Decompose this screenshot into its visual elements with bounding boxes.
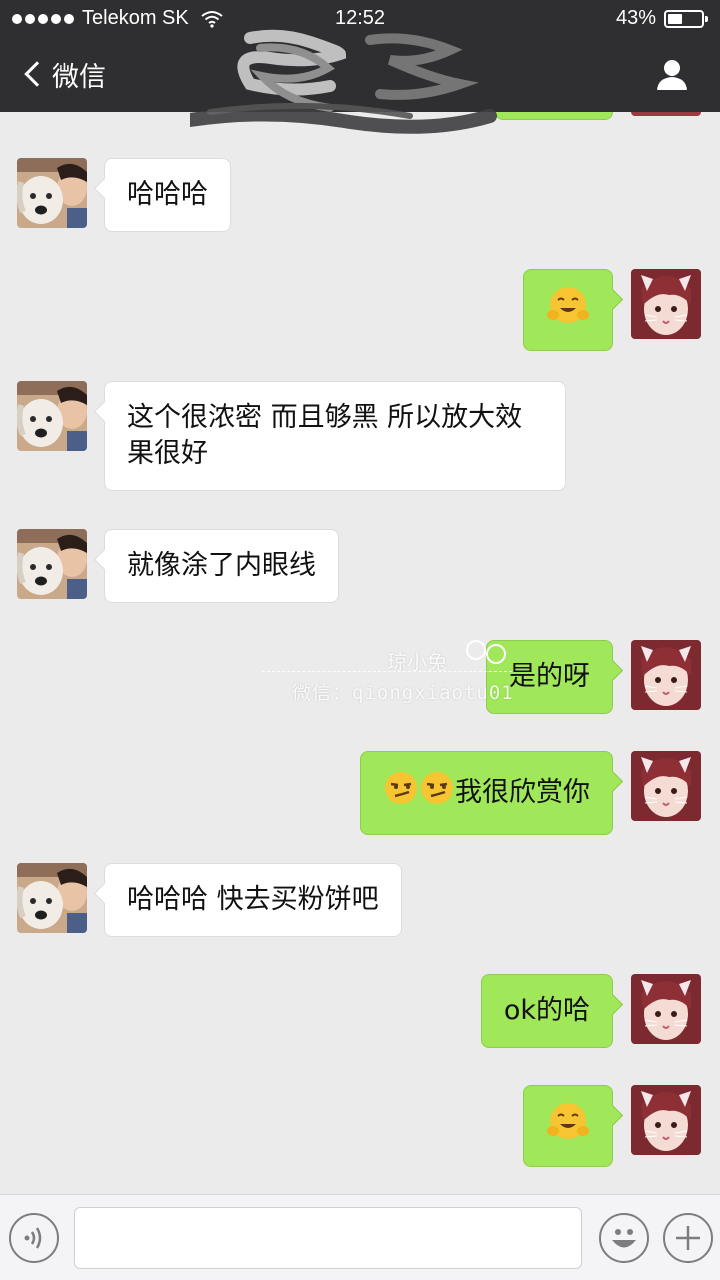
contact-avatar[interactable] xyxy=(17,158,87,228)
message-text: 哈哈哈 快去买粉饼吧 xyxy=(127,884,379,915)
my-avatar[interactable] xyxy=(631,974,701,1044)
incoming-message-bubble[interactable]: 就像涂了内眼线 xyxy=(104,529,339,603)
outgoing-message-bubble[interactable]: ok的哈 xyxy=(480,974,613,1048)
chat-history[interactable]: 哈哈哈 这个很浓密 而且够黑 所以放大效果很好 就像涂了内眼线 是的呀 我很欣赏… xyxy=(0,112,720,1194)
voice-icon xyxy=(24,1227,42,1249)
incoming-message-bubble[interactable]: 哈哈哈 快去买粉饼吧 xyxy=(104,863,402,937)
my-avatar[interactable] xyxy=(631,1085,701,1155)
message-text: 我很欣赏你 xyxy=(455,776,590,808)
contact-avatar[interactable] xyxy=(17,863,87,933)
contact-avatar[interactable] xyxy=(17,381,87,451)
battery-percent: 43% xyxy=(615,7,656,29)
title-bar: Telekom SK 12:52 43% 微信 xyxy=(0,0,720,112)
battery-fill xyxy=(668,13,682,24)
back-button[interactable]: 微信 xyxy=(22,54,106,94)
cropped-outgoing-bubble xyxy=(495,112,613,120)
message-text: ok的哈 xyxy=(503,995,590,1026)
outgoing-message-bubble[interactable]: 是的呀 xyxy=(486,640,613,714)
emoji-button[interactable] xyxy=(599,1213,649,1263)
status-time: 12:52 xyxy=(334,7,386,29)
message-text: 就像涂了内眼线 xyxy=(127,550,316,581)
voice-input-button[interactable] xyxy=(9,1213,59,1263)
message-input-bar xyxy=(0,1194,720,1280)
incoming-message-bubble[interactable]: 这个很浓密 而且够黑 所以放大效果很好 xyxy=(104,381,566,491)
back-label: 微信 xyxy=(52,61,106,93)
contact-profile-icon[interactable] xyxy=(654,56,690,92)
smiling-hug-emoji xyxy=(546,1099,590,1153)
message-text: 这个很浓密 而且够黑 所以放大效果很好 xyxy=(127,402,523,469)
navigation-bar: 微信 xyxy=(0,36,720,112)
my-avatar[interactable] xyxy=(631,751,701,821)
cropped-avatar xyxy=(631,112,701,116)
status-bar: Telekom SK 12:52 43% xyxy=(0,0,720,36)
more-options-button[interactable] xyxy=(663,1213,713,1263)
smirk-emoji xyxy=(383,770,419,816)
outgoing-message-bubble[interactable]: 我很欣赏你 xyxy=(360,751,613,835)
contact-avatar[interactable] xyxy=(17,529,87,599)
smirk-emoji xyxy=(419,770,455,816)
watermark-wechat: 微信：qiongxiaotu01 xyxy=(292,682,514,704)
message-text: 是的呀 xyxy=(509,661,590,692)
chevron-left-icon xyxy=(24,61,50,87)
incoming-message-bubble[interactable]: 哈哈哈 xyxy=(104,158,231,232)
watermark: 琼小兔 微信：qiongxiaotu01 xyxy=(262,638,522,708)
my-avatar[interactable] xyxy=(631,640,701,710)
my-avatar[interactable] xyxy=(631,269,701,339)
smiling-hug-emoji xyxy=(546,283,590,337)
message-text: 哈哈哈 xyxy=(127,179,208,210)
watermark-divider xyxy=(262,671,512,672)
smiley-icon xyxy=(612,1229,636,1248)
outgoing-message-bubble[interactable] xyxy=(523,1085,613,1167)
plus-icon xyxy=(676,1226,700,1250)
watermark-name: 琼小兔 xyxy=(387,650,447,674)
message-text-field[interactable] xyxy=(74,1207,582,1269)
battery-icon xyxy=(664,9,708,28)
outgoing-message-bubble[interactable] xyxy=(523,269,613,351)
